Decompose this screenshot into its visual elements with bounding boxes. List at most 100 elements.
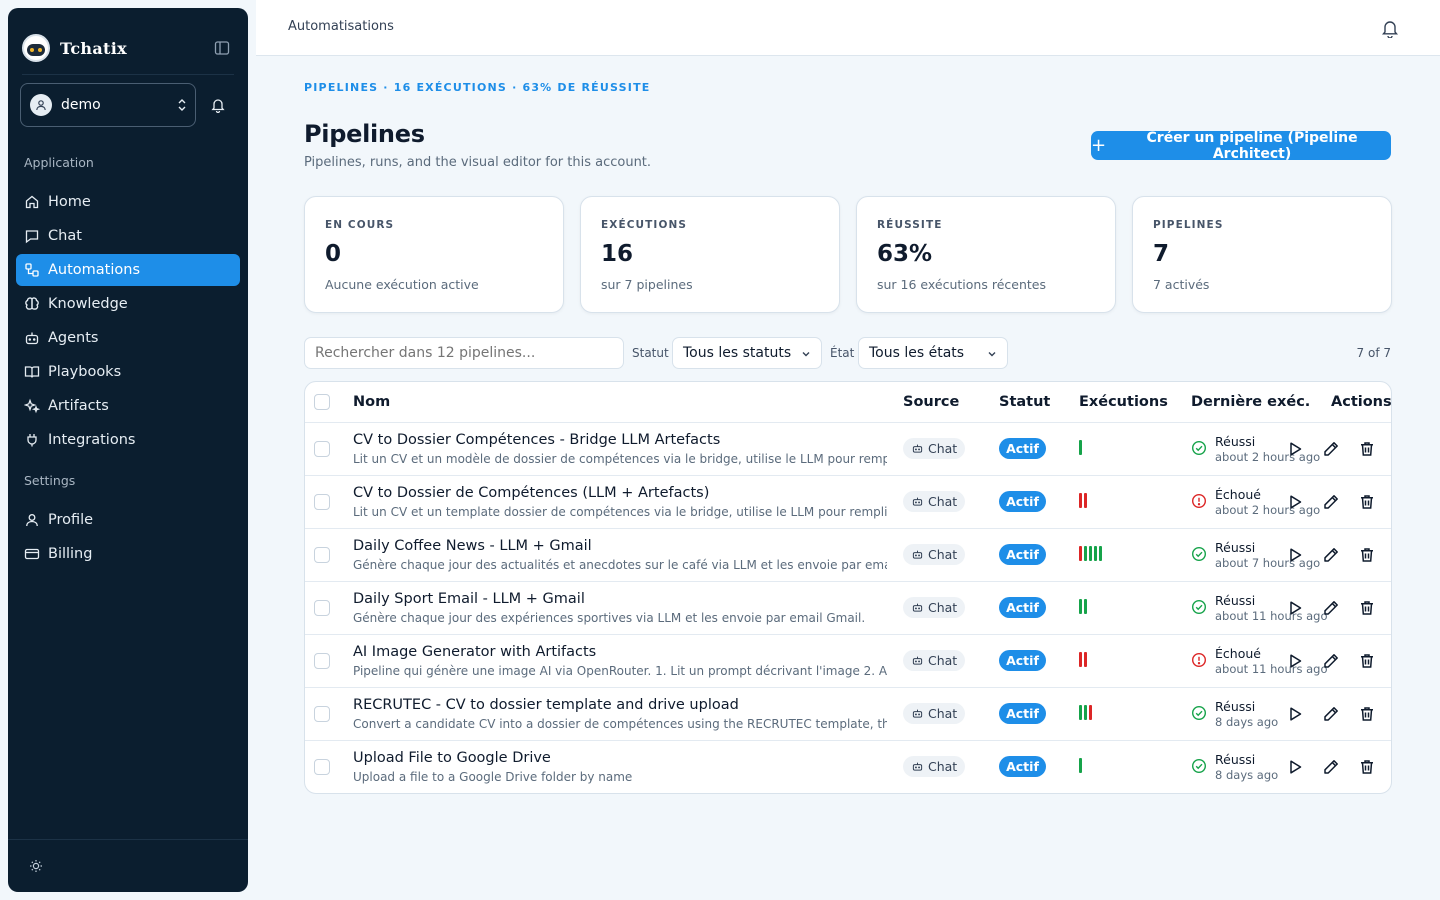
sidebar-item-chat[interactable]: Chat <box>16 220 240 252</box>
run-bar-failed[interactable] <box>1079 546 1082 561</box>
column-header-status[interactable]: Statut <box>999 394 1050 410</box>
table-row[interactable]: CV to Dossier de Compétences (LLM + Arte… <box>305 476 1391 529</box>
create-pipeline-button[interactable]: + Créer un pipeline (Pipeline Architect) <box>1091 130 1391 162</box>
sidebar-item-integrations[interactable]: Integrations <box>16 424 240 456</box>
sidebar-item-automations[interactable]: Automations <box>16 254 240 286</box>
table-row[interactable]: Daily Coffee News - LLM + Gmail Génère c… <box>305 529 1391 582</box>
run-bar-success[interactable] <box>1084 705 1087 720</box>
status-badge: Actif <box>999 650 1046 671</box>
notifications-bell-icon[interactable] <box>1380 18 1400 38</box>
account-switcher[interactable]: demo <box>20 83 196 127</box>
run-bar-success[interactable] <box>1084 599 1087 614</box>
run-play-icon[interactable] <box>1286 599 1304 617</box>
column-header-name[interactable]: Nom <box>353 394 390 410</box>
row-checkbox[interactable] <box>314 600 330 616</box>
sidebar-item-artifacts[interactable]: Artifacts <box>16 390 240 422</box>
row-checkbox[interactable] <box>314 494 330 510</box>
sidebar-item-profile[interactable]: Profile <box>16 504 240 536</box>
table-row[interactable]: AI Image Generator with Artifacts Pipeli… <box>305 635 1391 688</box>
delete-trash-icon[interactable] <box>1358 652 1376 670</box>
delete-trash-icon[interactable] <box>1358 493 1376 511</box>
run-bar-success[interactable] <box>1079 440 1082 455</box>
run-bar-success[interactable] <box>1079 705 1082 720</box>
notifications-bell-icon[interactable] <box>210 97 226 113</box>
column-header-last-run[interactable]: Dernière exéc. <box>1191 394 1310 410</box>
edit-pencil-icon[interactable] <box>1322 599 1340 617</box>
table-row[interactable]: Upload File to Google Drive Upload a fil… <box>305 741 1391 793</box>
run-play-icon[interactable] <box>1286 546 1304 564</box>
run-bar-failed[interactable] <box>1084 493 1087 508</box>
run-bar-failed[interactable] <box>1089 705 1092 720</box>
run-bar-success[interactable] <box>1099 546 1102 561</box>
run-play-icon[interactable] <box>1286 652 1304 670</box>
run-bar-success[interactable] <box>1084 546 1087 561</box>
sun-icon[interactable] <box>28 858 44 874</box>
chevron-down-icon <box>988 352 996 357</box>
search-input[interactable] <box>304 337 624 369</box>
run-bar-failed[interactable] <box>1079 493 1082 508</box>
pipeline-name[interactable]: Daily Coffee News - LLM + Gmail <box>353 538 592 554</box>
column-header-source[interactable]: Source <box>903 394 959 410</box>
pipeline-name[interactable]: Upload File to Google Drive <box>353 750 551 766</box>
row-checkbox[interactable] <box>314 547 330 563</box>
last-run-time: 8 days ago <box>1215 768 1279 782</box>
sidebar-item-playbooks[interactable]: Playbooks <box>16 356 240 388</box>
delete-trash-icon[interactable] <box>1358 546 1376 564</box>
run-bar-success[interactable] <box>1079 758 1082 773</box>
delete-trash-icon[interactable] <box>1358 440 1376 458</box>
row-checkbox[interactable] <box>314 653 330 669</box>
pipeline-name[interactable]: CV to Dossier Compétences - Bridge LLM A… <box>353 432 720 448</box>
sidebar: Tchatix demo Application Home Chat Autom… <box>8 8 248 892</box>
row-checkbox[interactable] <box>314 441 330 457</box>
table-row[interactable]: Daily Sport Email - LLM + Gmail Génère c… <box>305 582 1391 635</box>
edit-pencil-icon[interactable] <box>1322 546 1340 564</box>
pipeline-name[interactable]: RECRUTEC - CV to dossier template and dr… <box>353 697 739 713</box>
run-bar-failed[interactable] <box>1079 652 1082 667</box>
edit-pencil-icon[interactable] <box>1322 705 1340 723</box>
sidebar-toggle-icon[interactable] <box>214 40 230 56</box>
state-filter-value: Tous les états <box>869 345 965 361</box>
breadcrumb[interactable]: Automatisations <box>288 19 394 34</box>
table-row[interactable]: CV to Dossier Compétences - Bridge LLM A… <box>305 423 1391 476</box>
edit-pencil-icon[interactable] <box>1322 493 1340 511</box>
sidebar-item-billing[interactable]: Billing <box>16 538 240 570</box>
run-play-icon[interactable] <box>1286 705 1304 723</box>
row-checkbox[interactable] <box>314 759 330 775</box>
brand[interactable]: Tchatix <box>22 26 234 70</box>
run-play-icon[interactable] <box>1286 758 1304 776</box>
run-bar-success[interactable] <box>1079 599 1082 614</box>
delete-trash-icon[interactable] <box>1358 599 1376 617</box>
stat-value: 0 <box>325 241 342 267</box>
pipeline-name[interactable]: CV to Dossier de Compétences (LLM + Arte… <box>353 485 709 501</box>
bot-icon <box>912 497 923 506</box>
pipeline-name[interactable]: AI Image Generator with Artifacts <box>353 644 596 660</box>
edit-pencil-icon[interactable] <box>1322 440 1340 458</box>
run-bar-failed[interactable] <box>1084 652 1087 667</box>
bot-icon <box>912 709 923 718</box>
state-filter-select[interactable]: Tous les états <box>858 337 1008 369</box>
source-badge: Chat <box>903 597 966 618</box>
column-header-executions[interactable]: Exécutions <box>1079 394 1168 410</box>
run-play-icon[interactable] <box>1286 493 1304 511</box>
edit-pencil-icon[interactable] <box>1322 758 1340 776</box>
run-play-icon[interactable] <box>1286 440 1304 458</box>
check-circle-icon <box>1191 599 1207 615</box>
last-run-status: Échoué <box>1215 646 1261 661</box>
edit-pencil-icon[interactable] <box>1322 652 1340 670</box>
sidebar-item-knowledge[interactable]: Knowledge <box>16 288 240 320</box>
pipeline-description: Convert a candidate CV into a dossier de… <box>353 717 887 731</box>
stat-label: PIPELINES <box>1153 219 1224 231</box>
select-all-checkbox[interactable] <box>314 394 330 410</box>
pipeline-description: Lit un CV et un modèle de dossier de com… <box>353 452 887 466</box>
table-row[interactable]: RECRUTEC - CV to dossier template and dr… <box>305 688 1391 741</box>
pipeline-name[interactable]: Daily Sport Email - LLM + Gmail <box>353 591 585 607</box>
sidebar-item-agents[interactable]: Agents <box>16 322 240 354</box>
app-name: Tchatix <box>60 38 127 58</box>
sidebar-item-home[interactable]: Home <box>16 186 240 218</box>
delete-trash-icon[interactable] <box>1358 758 1376 776</box>
delete-trash-icon[interactable] <box>1358 705 1376 723</box>
run-bar-success[interactable] <box>1094 546 1097 561</box>
row-checkbox[interactable] <box>314 706 330 722</box>
run-bar-success[interactable] <box>1089 546 1092 561</box>
status-filter-select[interactable]: Tous les statuts <box>672 337 822 369</box>
